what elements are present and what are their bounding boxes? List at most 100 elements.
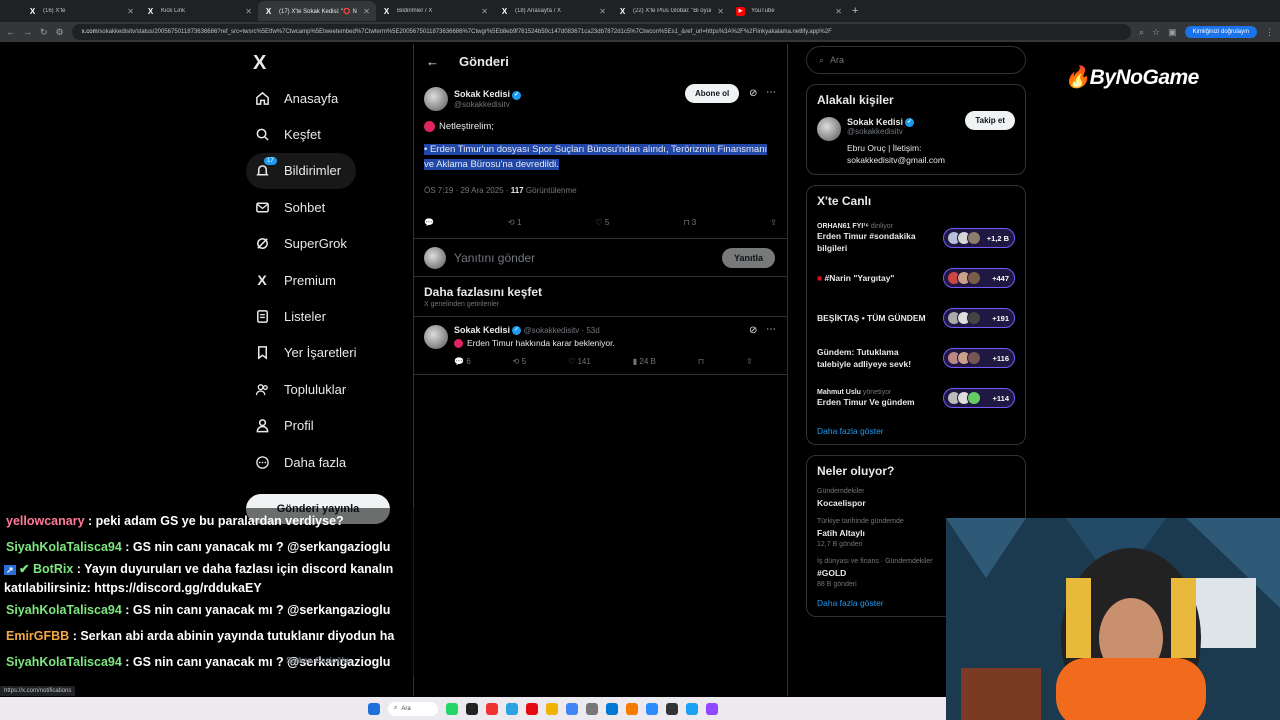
nav-supergrok[interactable]: SuperGrok — [246, 226, 357, 262]
more-options-icon[interactable]: ⋯ — [766, 87, 776, 98]
live-item[interactable]: ■ #Narin "Yargıtay" +447 — [817, 258, 1015, 298]
nav-communities[interactable]: Topluluklar — [246, 371, 357, 407]
retweet-button[interactable]: ⟲ 1 — [508, 218, 521, 227]
close-icon[interactable]: ✕ — [717, 7, 724, 16]
live-listeners-pill[interactable]: +116 — [943, 348, 1015, 369]
views-icon[interactable]: ▮ 24 B — [633, 357, 656, 366]
nav-profile[interactable]: Profil — [246, 408, 357, 444]
nav-more[interactable]: Daha fazla — [246, 444, 357, 480]
main-column: ← Gönderi Sokak Kedisi ✓ @sokakkedisitv A… — [413, 44, 788, 696]
follow-button[interactable]: Takip et — [965, 111, 1015, 130]
list-icon — [254, 309, 270, 325]
x-logo[interactable]: X — [253, 52, 266, 75]
folder-icon[interactable] — [546, 702, 558, 715]
live-item[interactable]: Gündem: Tutuklama talebiyle adliyeye sev… — [817, 338, 1015, 378]
bookmark-button[interactable]: ⊓ 3 — [683, 218, 696, 227]
nav-premium[interactable]: X Premium — [246, 262, 357, 298]
red-circle-icon — [424, 120, 435, 132]
bookmark-icon[interactable]: ⊓ — [698, 357, 704, 366]
live-listeners-pill[interactable]: +447 — [943, 268, 1015, 289]
site-info-icon[interactable]: ⚙ — [56, 27, 64, 38]
live-item[interactable]: ORHAN61 FYI¹⁶ dinliyor Erden Timur #sonda… — [817, 218, 1015, 258]
back-arrow-icon[interactable]: ← — [426, 54, 439, 69]
settings-icon[interactable] — [586, 702, 598, 715]
live-listeners-pill[interactable]: +114 — [943, 388, 1015, 409]
live-listeners-pill[interactable]: +1,2 B — [943, 228, 1015, 249]
live-listeners-pill[interactable]: +191 — [943, 308, 1015, 329]
browser-tab[interactable]: X Kick Link ✕ — [140, 1, 258, 21]
back-icon[interactable]: ← — [6, 27, 15, 37]
verified-icon: ✓ — [905, 118, 915, 128]
browser-tab[interactable]: X (22) X'te Plus Global: "Bi oyun o ✕ — [612, 1, 730, 21]
menu-icon[interactable]: ⋮ — [1265, 27, 1274, 38]
reply-icon[interactable]: 💬 — [424, 218, 434, 227]
url-field[interactable]: x.com/sokakkedisitv/status/2005675011873… — [71, 24, 1131, 40]
nav-lists[interactable]: Listeler — [246, 298, 357, 334]
close-icon[interactable]: ✕ — [835, 7, 842, 16]
avatar[interactable] — [817, 117, 841, 141]
close-icon[interactable]: ✕ — [481, 7, 488, 16]
nav-chat[interactable]: Sohbet — [246, 189, 357, 225]
windows-start-icon[interactable] — [368, 702, 380, 715]
live-item[interactable]: Mahmut Uslu yönetiyor Erden Timur Ve günd… — [817, 378, 1015, 418]
nav-explore[interactable]: Keşfet — [246, 116, 357, 152]
whatsapp-icon[interactable] — [446, 702, 458, 715]
verify-identity-button[interactable]: Kimliğinizi doğrulayın — [1184, 26, 1257, 38]
show-more-link[interactable]: Daha fazla göster — [817, 426, 1015, 436]
grok-icon[interactable]: ⊘ — [749, 325, 757, 336]
share-icon[interactable]: ⇪ — [770, 218, 777, 227]
x-icon: X — [383, 6, 390, 16]
share-icon[interactable]: ⇪ — [746, 357, 753, 366]
nav-notifications[interactable]: 17 Bildirimler — [246, 152, 356, 190]
live-item[interactable]: BEŞİKTAŞ • TÜM GÜNDEM +191 — [817, 298, 1015, 338]
reply-input[interactable]: Yanıtını gönder — [454, 251, 535, 265]
retweet-button[interactable]: ⟲ 5 — [513, 357, 526, 366]
grok-icon[interactable]: ⊘ — [749, 88, 757, 99]
netflix-icon[interactable] — [526, 702, 538, 715]
star-icon[interactable]: ☆ — [1152, 27, 1160, 38]
like-button[interactable]: ♡ 5 — [595, 218, 609, 227]
bell-icon — [254, 163, 270, 179]
more-options-icon[interactable]: ⋯ — [766, 324, 776, 335]
status-url: https://x.com/notifications — [0, 686, 76, 696]
extensions-icon[interactable]: ▣ — [1168, 27, 1177, 38]
close-icon[interactable]: ✕ — [245, 7, 252, 16]
browser-tab[interactable]: X (18) Anasayfa / X ✕ — [494, 1, 612, 21]
reload-icon[interactable]: ↻ — [40, 27, 48, 38]
nav-home[interactable]: Anasayfa — [246, 80, 357, 116]
close-icon[interactable]: ✕ — [599, 7, 606, 16]
subscribe-button[interactable]: Abone ol — [685, 84, 740, 103]
app-icon[interactable] — [666, 702, 678, 715]
chat-line: SiyahKolaTalisca94 : GS nin canı yanacak… — [6, 655, 391, 669]
zoom-icon[interactable]: ⌕ — [1139, 27, 1144, 38]
discover-section: Daha fazlasını keşfet X genelinden getir… — [414, 277, 787, 317]
reply-icon[interactable]: 💬 6 — [454, 357, 471, 366]
chrome-icon[interactable] — [566, 702, 578, 715]
zoom-app-icon[interactable] — [646, 702, 658, 715]
new-tab-icon[interactable]: + — [852, 5, 858, 17]
close-icon[interactable]: ✕ — [363, 7, 370, 16]
like-button[interactable]: ♡ 141 — [568, 357, 591, 366]
browser-tab-active[interactable]: X (17) X'te Sokak Kedisi: "⭕ Net ✕ — [258, 1, 376, 21]
avatar[interactable] — [424, 325, 448, 349]
search-icon: ⌕ — [819, 54, 825, 65]
vlc-icon[interactable] — [626, 702, 638, 715]
browser-tab[interactable]: X (16) X'te ✕ — [22, 1, 140, 21]
store-icon[interactable] — [606, 702, 618, 715]
browser-tab[interactable]: ▶ YouTube ✕ — [730, 1, 848, 21]
related-tweet[interactable]: Sokak Kedisi ✓ @sokakkedisitv · 53d Erden… — [414, 317, 787, 375]
nav-bookmarks[interactable]: Yer İşaretleri — [246, 335, 357, 371]
forward-icon[interactable]: → — [23, 27, 32, 37]
trend-item[interactable]: Gündemdekiler Kocaelispor — [817, 488, 1015, 508]
browser-tab[interactable]: X Bildirimler / X ✕ — [376, 1, 494, 21]
app-icon[interactable] — [706, 702, 718, 715]
close-icon[interactable]: ✕ — [127, 7, 134, 16]
search-input[interactable]: ⌕ Ara — [806, 46, 1026, 74]
telegram-icon[interactable] — [506, 702, 518, 715]
avatar[interactable] — [424, 87, 448, 111]
app-icon[interactable] — [486, 702, 498, 715]
taskbar-search[interactable]: ⌕ Ara — [388, 701, 438, 716]
app-icon[interactable] — [686, 702, 698, 715]
obs-icon[interactable] — [466, 702, 478, 715]
reply-button[interactable]: Yanıtla — [721, 248, 775, 268]
